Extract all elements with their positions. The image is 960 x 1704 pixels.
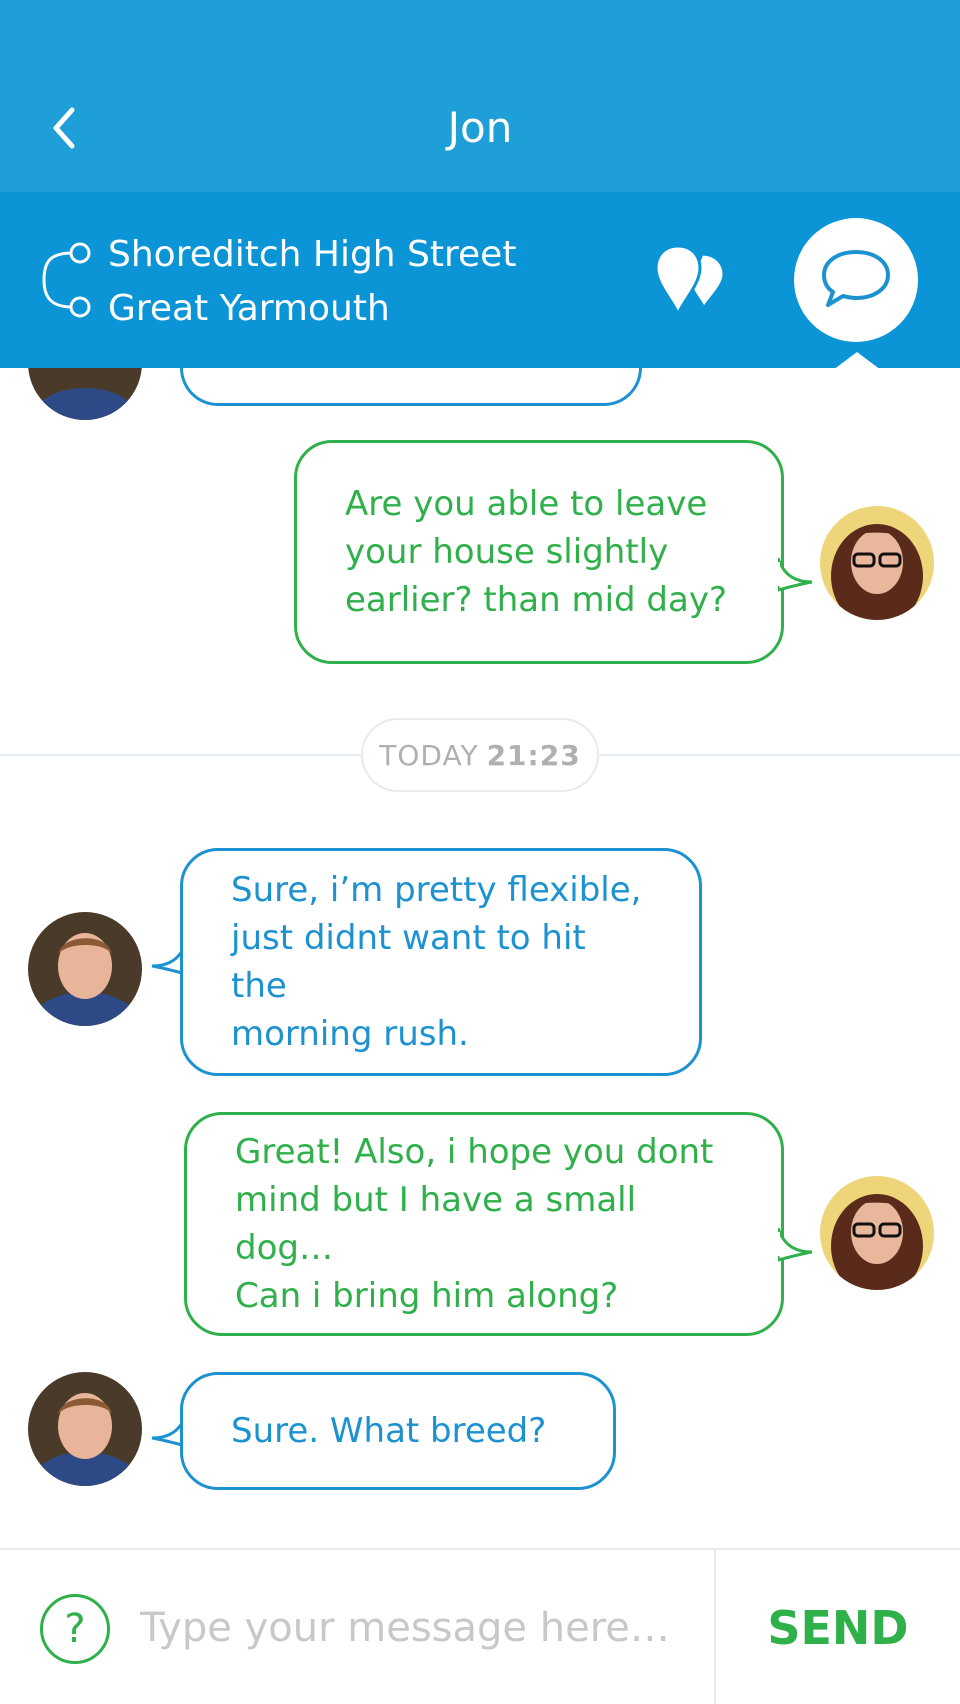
message-text: Sure. What breed? xyxy=(231,1411,547,1451)
avatar-jon xyxy=(28,368,142,420)
bubble-tail xyxy=(778,558,813,592)
page-title: Jon xyxy=(447,103,513,152)
help-label: ? xyxy=(64,1606,86,1652)
avatar-me xyxy=(820,506,934,620)
chat-tab-button[interactable] xyxy=(794,218,918,342)
help-icon[interactable]: ? xyxy=(40,1594,110,1664)
map-pins-icon[interactable] xyxy=(650,242,730,318)
route-origin: Shoreditch High Street xyxy=(108,234,517,275)
message-bubble-outgoing: Are you able to leave your house slightl… xyxy=(294,440,784,664)
avatar-jon xyxy=(28,912,142,1026)
timestamp-day: TODAY xyxy=(379,738,479,772)
chat-bubble-icon xyxy=(822,250,890,307)
route-icon xyxy=(40,240,96,320)
app-header: Jon xyxy=(0,0,960,192)
message-bubble-outgoing: Great! Also, i hope you dont mind but I … xyxy=(184,1112,784,1336)
message-list[interactable]: Are you able to leave your house slightl… xyxy=(0,368,960,1548)
message-text: Great! Also, i hope you dont mind but I … xyxy=(235,1132,714,1316)
avatar-jon xyxy=(28,1372,142,1486)
avatar-me xyxy=(820,1176,934,1290)
message-text: Are you able to leave your house slightl… xyxy=(345,484,727,620)
timestamp-badge: TODAY 21:23 xyxy=(361,718,599,792)
message-composer: ? SEND xyxy=(0,1548,960,1704)
message-input[interactable] xyxy=(140,1586,700,1670)
timestamp-time: 21:23 xyxy=(486,738,581,772)
message-bubble-partial xyxy=(180,368,642,406)
message-text: Sure, i’m pretty flexible, just didnt wa… xyxy=(231,870,642,1054)
send-button[interactable]: SEND xyxy=(716,1550,960,1704)
route-destination: Great Yarmouth xyxy=(108,288,390,329)
bubble-tail xyxy=(778,1228,813,1262)
message-bubble-incoming: Sure, i’m pretty flexible, just didnt wa… xyxy=(180,848,702,1076)
message-bubble-incoming: Sure. What breed? xyxy=(180,1372,616,1490)
